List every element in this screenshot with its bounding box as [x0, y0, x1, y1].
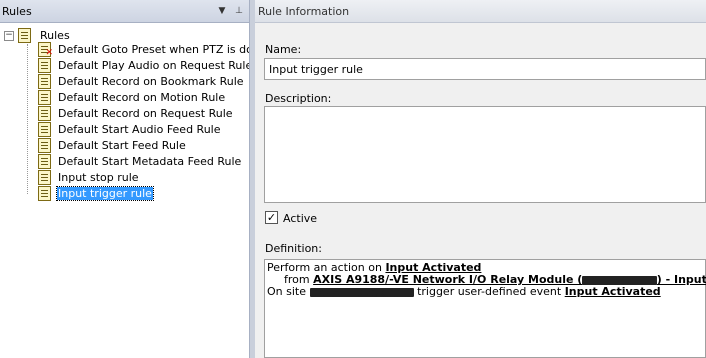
rule-icon [38, 106, 51, 121]
rule-information-title: Rule Information [258, 5, 350, 18]
rule-icon [38, 74, 51, 89]
rule-icon [38, 170, 51, 185]
rule-item[interactable]: Default Start Audio Feed Rule [38, 122, 248, 138]
rule-item-label: Default Play Audio on Request Rule [58, 59, 253, 72]
rule-item-label: Default Goto Preset when PTZ is don [58, 43, 260, 56]
definition-box: Perform an action on Input Activated fro… [264, 259, 706, 358]
rule-item-label: Default Record on Motion Rule [58, 91, 226, 104]
redacted-site-link[interactable]: DKEA-1127SK0015 [309, 287, 414, 299]
rules-folder-icon [18, 28, 31, 43]
rule-item[interactable]: Default Start Metadata Feed Rule [38, 154, 248, 170]
rule-item[interactable]: Default Start Feed Rule [38, 138, 248, 154]
rule-item-label: Input stop rule [58, 171, 139, 184]
rule-item-label: Default Start Feed Rule [58, 139, 186, 152]
rule-item-label: Default Record on Bookmark Rule [58, 75, 244, 88]
rule-item-label: Default Start Metadata Feed Rule [58, 155, 242, 168]
tree-root-label: Rules [40, 29, 70, 42]
pane-dropdown-icon[interactable]: ▼ [216, 5, 228, 17]
rule-information-pane: Rule Information Name: Description: ✓ Ac… [255, 0, 706, 358]
definition-label: Definition: [265, 242, 322, 255]
active-checkbox[interactable]: ✓ [265, 211, 278, 224]
tree-connector [27, 44, 29, 194]
disabled-x-icon: ✕ [45, 48, 53, 58]
rule-icon [38, 90, 51, 105]
rule-item-label: Input trigger rule [56, 186, 154, 201]
pin-icon[interactable]: ⊥ [233, 5, 245, 17]
active-label[interactable]: Active [283, 212, 317, 225]
rule-item[interactable]: Default Record on Motion Rule [38, 90, 248, 106]
rule-item[interactable]: Input stop rule [38, 170, 248, 186]
rule-information-header: Rule Information [255, 0, 706, 23]
redacted-mac: 00:00:00:00 [582, 274, 657, 288]
definition-text: On site [267, 285, 310, 298]
rule-item[interactable]: Default Play Audio on Request Rule [38, 58, 252, 74]
rules-pane-header: Rules ▼ ⊥ [0, 0, 249, 23]
name-label: Name: [265, 43, 302, 56]
rule-icon [38, 138, 51, 153]
definition-text: trigger user-defined event [413, 285, 565, 298]
description-label: Description: [265, 92, 332, 105]
device-link-input: ) - Input 1 [656, 273, 706, 286]
rule-item-label: Default Record on Request Rule [58, 107, 233, 120]
rule-item-label: Default Start Audio Feed Rule [58, 123, 221, 136]
rules-pane-title: Rules [2, 5, 32, 18]
description-field[interactable] [264, 106, 706, 203]
user-event-link[interactable]: Input Activated [565, 285, 661, 298]
rules-pane: Rules ▼ ⊥ − Rules ✕ Default Goto Preset … [0, 0, 260, 358]
rule-item[interactable]: Default Record on Request Rule [38, 106, 248, 122]
rule-item[interactable]: ✕ Default Goto Preset when PTZ is don [38, 42, 260, 58]
rule-disabled-icon: ✕ [38, 42, 53, 58]
rule-icon [38, 186, 51, 201]
collapse-icon[interactable]: − [4, 31, 14, 41]
rule-icon [38, 122, 51, 137]
rule-item[interactable]: Default Record on Bookmark Rule [38, 74, 248, 90]
rule-item-selected[interactable]: Input trigger rule [38, 186, 248, 202]
rule-icon [38, 58, 51, 73]
definition-line-3: On site DKEA-1127SK0015 trigger user-def… [267, 285, 703, 300]
name-field[interactable] [264, 58, 706, 80]
rule-icon [38, 154, 51, 169]
